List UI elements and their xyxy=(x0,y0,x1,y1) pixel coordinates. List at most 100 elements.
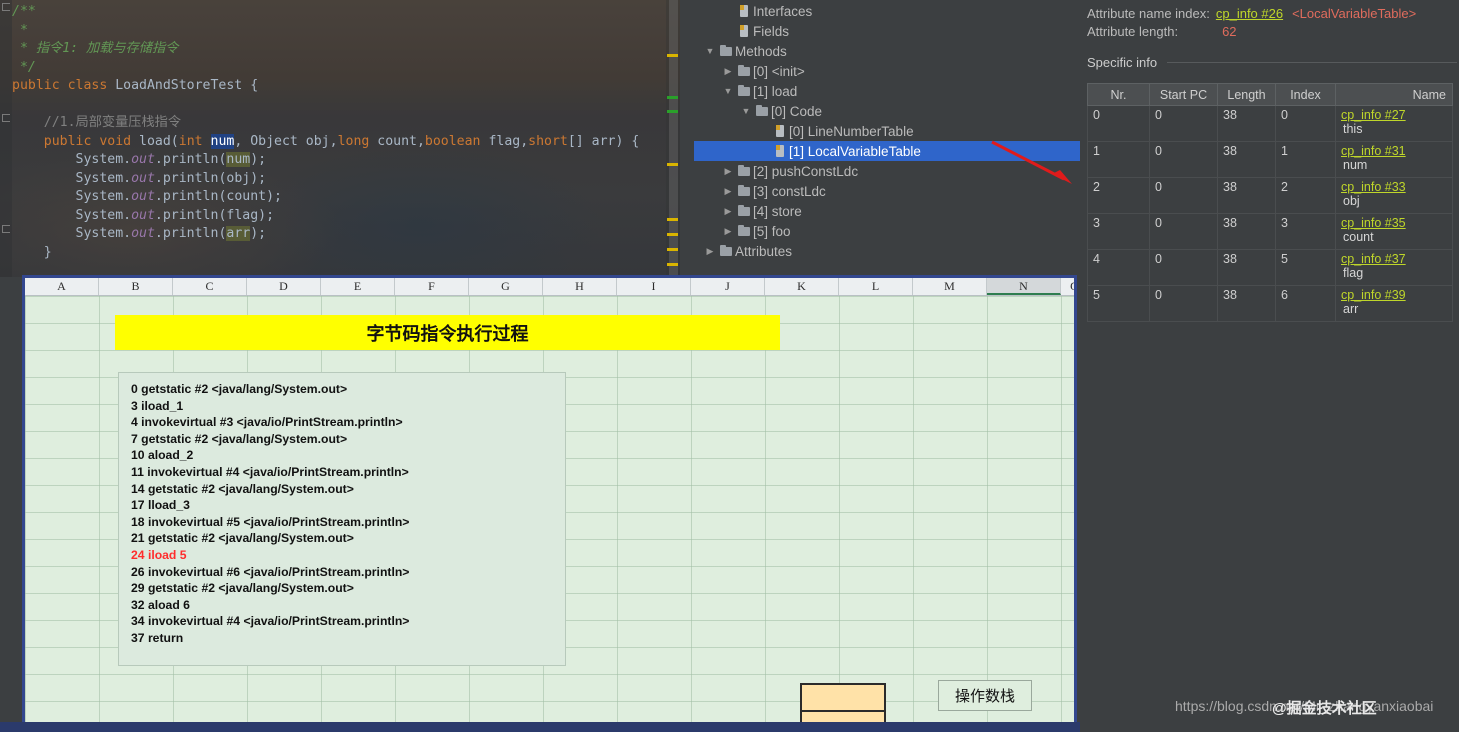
fold-marker[interactable] xyxy=(2,114,10,122)
tree-node-0-init[interactable]: ▶ [0] <init> xyxy=(694,61,1080,81)
code-token: num xyxy=(226,152,251,167)
column-header-n[interactable]: N xyxy=(987,278,1061,295)
code-token: public class xyxy=(12,78,116,93)
column-header-a[interactable]: A xyxy=(25,278,99,295)
table-row[interactable]: 3 0 38 3 cp_info #35 count xyxy=(1087,213,1453,250)
code-token: count, xyxy=(377,133,425,149)
column-header-c[interactable]: C xyxy=(173,278,247,295)
column-header-l[interactable]: L xyxy=(839,278,913,295)
attribute-name-index-link[interactable]: cp_info #26 xyxy=(1216,6,1283,21)
tree-node-0-linenumbertable[interactable]: [0] LineNumberTable xyxy=(694,121,1080,141)
chevron-down-icon[interactable]: ▼ xyxy=(738,101,754,121)
column-header-length[interactable]: Length xyxy=(1217,83,1276,106)
table-row[interactable]: 1 0 38 1 cp_info #31 num xyxy=(1087,141,1453,178)
spreadsheet-grid[interactable]: 字节码指令执行过程 0 getstatic #2 <java/lang/Syst… xyxy=(25,296,1074,724)
editor-gutter[interactable] xyxy=(0,0,12,277)
column-header-start-pc[interactable]: Start PC xyxy=(1149,83,1218,106)
code-editor[interactable]: /** * * 指令1: 加载与存储指令 */ public class Loa… xyxy=(0,0,680,277)
cell-name: cp_info #39 arr xyxy=(1335,285,1453,322)
tree-node-label: Methods xyxy=(735,43,787,59)
cp-info-link[interactable]: cp_info #37 xyxy=(1341,252,1447,266)
scrollbar-marker xyxy=(667,96,678,99)
attribute-name-index-label: Attribute name index: xyxy=(1087,6,1210,21)
tree-node-fields[interactable]: Fields xyxy=(694,21,1080,41)
cell-start-pc: 0 xyxy=(1149,177,1218,214)
tree-node-1-load[interactable]: ▼ [1] load xyxy=(694,81,1080,101)
tree-node-5-foo[interactable]: ▶ [5] foo xyxy=(694,221,1080,241)
attribute-detail-panel: Attribute name index: cp_info #26 <Local… xyxy=(1080,0,1459,732)
tree-node-label: [4] store xyxy=(753,203,802,219)
divider xyxy=(1167,62,1457,63)
bytecode-line: 17 lload_3 xyxy=(131,498,190,513)
tree-node-methods[interactable]: ▼ Methods xyxy=(694,41,1080,61)
column-header-k[interactable]: K xyxy=(765,278,839,295)
column-header-j[interactable]: J xyxy=(691,278,765,295)
spreadsheet-column-headers[interactable]: ABCDEFGHIJKLMNO xyxy=(25,278,1074,296)
cp-info-link[interactable]: cp_info #35 xyxy=(1341,216,1447,230)
variable-name: num xyxy=(1343,158,1368,172)
tree-node-label: Interfaces xyxy=(753,3,813,19)
chevron-down-icon[interactable]: ▼ xyxy=(720,81,736,101)
tree-node-2-pushconstldc[interactable]: ▶ [2] pushConstLdc xyxy=(694,161,1080,181)
column-header-nr[interactable]: Nr. xyxy=(1087,83,1150,106)
spreadsheet-window[interactable]: ABCDEFGHIJKLMNO 字节码指令执行过程 0 getstatic #2… xyxy=(22,275,1077,727)
cp-info-link[interactable]: cp_info #31 xyxy=(1341,144,1447,158)
column-header-m[interactable]: M xyxy=(913,278,987,295)
folder-icon xyxy=(736,181,753,201)
tree-node-attributes[interactable]: ▶ Attributes xyxy=(694,241,1080,261)
chevron-right-icon[interactable]: ▶ xyxy=(720,201,736,221)
code-token: boolean xyxy=(424,133,489,149)
chevron-right-icon[interactable]: ▶ xyxy=(702,241,718,261)
tree-node-0-code[interactable]: ▼ [0] Code xyxy=(694,101,1080,121)
code-line: */ xyxy=(12,60,36,75)
fold-marker[interactable] xyxy=(2,3,10,11)
column-header-index[interactable]: Index xyxy=(1275,83,1336,106)
chevron-right-icon[interactable]: ▶ xyxy=(720,161,736,181)
tree-node-label: [0] <init> xyxy=(753,63,805,79)
local-variable-table[interactable]: Nr. Start PC Length Index Name 0 0 38 0 cp_i… xyxy=(1087,83,1453,322)
cp-info-link[interactable]: cp_info #33 xyxy=(1341,180,1447,194)
code-token: .println( xyxy=(154,226,227,241)
column-header-g[interactable]: G xyxy=(469,278,543,295)
window-bottom-strip xyxy=(0,722,1080,732)
code-token: out xyxy=(131,189,155,204)
column-header-b[interactable]: B xyxy=(99,278,173,295)
cell-start-pc: 0 xyxy=(1149,141,1218,178)
tree-node-1-localvariabletable[interactable]: [1] LocalVariableTable xyxy=(694,141,1080,161)
chevron-down-icon[interactable]: ▼ xyxy=(702,41,718,61)
column-header-name[interactable]: Name xyxy=(1335,83,1453,106)
cell-name: cp_info #37 flag xyxy=(1335,249,1453,286)
table-row[interactable]: 5 0 38 6 cp_info #39 arr xyxy=(1087,285,1453,322)
code-line: public class LoadAndStoreTest { xyxy=(12,78,258,93)
cell-nr: 5 xyxy=(1087,285,1150,322)
editor-code-text[interactable]: /** * * 指令1: 加载与存储指令 */ public class Loa… xyxy=(12,3,639,262)
cp-info-link[interactable]: cp_info #39 xyxy=(1341,288,1447,302)
table-row[interactable]: 4 0 38 5 cp_info #37 flag xyxy=(1087,249,1453,286)
code-token: public void xyxy=(43,133,140,149)
chevron-right-icon[interactable]: ▶ xyxy=(720,221,736,241)
folder-icon xyxy=(736,81,753,101)
cp-info-link[interactable]: cp_info #27 xyxy=(1341,108,1447,122)
chevron-right-icon[interactable]: ▶ xyxy=(720,181,736,201)
tree-node-4-store[interactable]: ▶ [4] store xyxy=(694,201,1080,221)
tree-node-interfaces[interactable]: Interfaces xyxy=(694,1,1080,21)
fold-marker[interactable] xyxy=(2,225,10,233)
code-token: arr xyxy=(226,226,251,241)
editor-scrollbar[interactable] xyxy=(666,0,680,277)
tree-node-3-constldc[interactable]: ▶ [3] constLdc xyxy=(694,181,1080,201)
cell-index: 1 xyxy=(1275,141,1336,178)
code-token: , Object obj, xyxy=(234,133,338,149)
column-header-h[interactable]: H xyxy=(543,278,617,295)
column-header-e[interactable]: E xyxy=(321,278,395,295)
column-header-i[interactable]: I xyxy=(617,278,691,295)
table-row[interactable]: 0 0 38 0 cp_info #27 this xyxy=(1087,105,1453,142)
column-header-d[interactable]: D xyxy=(247,278,321,295)
table-body: 0 0 38 0 cp_info #27 this 1 0 38 1 cp_info #31 num 2… xyxy=(1087,105,1453,322)
column-header-o[interactable]: O xyxy=(1061,278,1074,295)
table-row[interactable]: 2 0 38 2 cp_info #33 obj xyxy=(1087,177,1453,214)
code-token: System. xyxy=(12,152,132,167)
screen: /** * * 指令1: 加载与存储指令 */ public class Loa… xyxy=(0,0,1459,732)
column-header-f[interactable]: F xyxy=(395,278,469,295)
class-structure-tree[interactable]: Interfaces Fields ▼ Methods ▶ [0] <init> ▼ [1] … xyxy=(694,0,1080,277)
chevron-right-icon[interactable]: ▶ xyxy=(720,61,736,81)
